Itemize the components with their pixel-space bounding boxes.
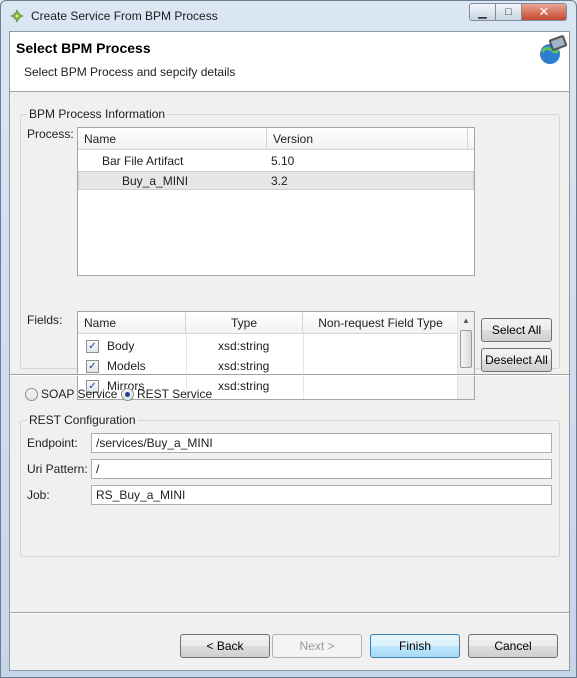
fields-table-header: Name Type Non-request Field Type (78, 312, 474, 334)
minimize-button[interactable]: ▁ (469, 3, 496, 21)
field-checkbox-models[interactable]: ✓ (86, 360, 99, 373)
page-description: Select BPM Process and sepcify details (24, 65, 236, 79)
bpm-process-group: BPM Process Information Process: Name Ve… (20, 107, 560, 400)
next-button[interactable]: Next > (272, 634, 362, 658)
field-name: Models (107, 359, 146, 373)
deselect-all-button[interactable]: Deselect All (481, 348, 552, 372)
process-label: Process: (27, 127, 74, 141)
wizard-header: Select BPM Process Select BPM Process an… (10, 32, 569, 92)
minimize-icon: ▁ (478, 6, 487, 19)
column-header-type[interactable]: Type (186, 312, 303, 334)
maximize-button[interactable]: □ (495, 3, 522, 21)
process-table[interactable]: Name Version Bar File Artifact 5.10 Buy_… (77, 127, 475, 276)
wizard-banner-icon (540, 35, 568, 64)
process-table-header: Name Version (78, 128, 474, 150)
process-row-bar-file-artifact[interactable]: Bar File Artifact 5.10 (78, 152, 474, 171)
rest-service-radio[interactable] (121, 388, 134, 401)
column-header-name[interactable]: Name (78, 128, 267, 150)
close-button[interactable]: ✕ (521, 3, 567, 21)
process-version: 3.2 (271, 174, 288, 188)
column-header-name[interactable]: Name (78, 312, 186, 334)
app-icon (10, 9, 24, 23)
process-version: 5.10 (271, 154, 295, 168)
maximize-icon: □ (505, 6, 512, 18)
process-name: Buy_a_MINI (122, 174, 189, 188)
select-all-button[interactable]: Select All (481, 318, 552, 342)
rest-group-title: REST Configuration (27, 413, 138, 427)
fields-scrollbar[interactable]: ▲ (457, 312, 474, 399)
field-type: xsd:string (218, 339, 270, 353)
back-button[interactable]: < Back (180, 634, 270, 658)
section-separator (10, 374, 569, 376)
bpm-group-title: BPM Process Information (27, 107, 168, 121)
scroll-thumb[interactable] (460, 330, 472, 368)
endpoint-label: Endpoint: (27, 436, 78, 450)
uri-pattern-label: Uri Pattern: (27, 462, 88, 476)
column-header-version[interactable]: Version (267, 128, 468, 150)
footer-separator (10, 612, 569, 614)
rest-config-group: REST Configuration Endpoint: /services/B… (20, 413, 560, 557)
field-type: xsd:string (218, 359, 270, 373)
field-checkbox-body[interactable]: ✓ (86, 340, 99, 353)
dialog-client: Select BPM Process Select BPM Process an… (9, 31, 570, 671)
field-row-body[interactable]: ✓ Body xsd:string (78, 337, 474, 356)
process-row-buy-a-mini[interactable]: Buy_a_MINI 3.2 (78, 171, 474, 190)
page-title: Select BPM Process (16, 40, 151, 56)
soap-service-label[interactable]: SOAP Service (41, 387, 117, 401)
rest-service-label[interactable]: REST Service (137, 387, 212, 401)
endpoint-input[interactable]: /services/Buy_a_MINI (91, 433, 552, 453)
window-title: Create Service From BPM Process (31, 9, 218, 23)
close-icon: ✕ (538, 4, 550, 19)
uri-pattern-input[interactable]: / (91, 459, 552, 479)
scroll-up-icon[interactable]: ▲ (460, 315, 472, 327)
job-label: Job: (27, 488, 50, 502)
column-header-nonrequest-type[interactable]: Non-request Field Type (303, 312, 459, 334)
dialog-window: Create Service From BPM Process ▁ □ ✕ Se… (0, 0, 577, 678)
field-type: xsd:string (218, 379, 270, 393)
finish-button[interactable]: Finish (370, 634, 460, 658)
field-name: Body (107, 339, 135, 353)
job-input[interactable]: RS_Buy_a_MINI (91, 485, 552, 505)
fields-label: Fields: (27, 313, 63, 327)
cancel-button[interactable]: Cancel (468, 634, 558, 658)
soap-service-radio[interactable] (25, 388, 38, 401)
title-bar[interactable]: Create Service From BPM Process ▁ □ ✕ (1, 1, 576, 31)
process-name: Bar File Artifact (102, 154, 184, 168)
